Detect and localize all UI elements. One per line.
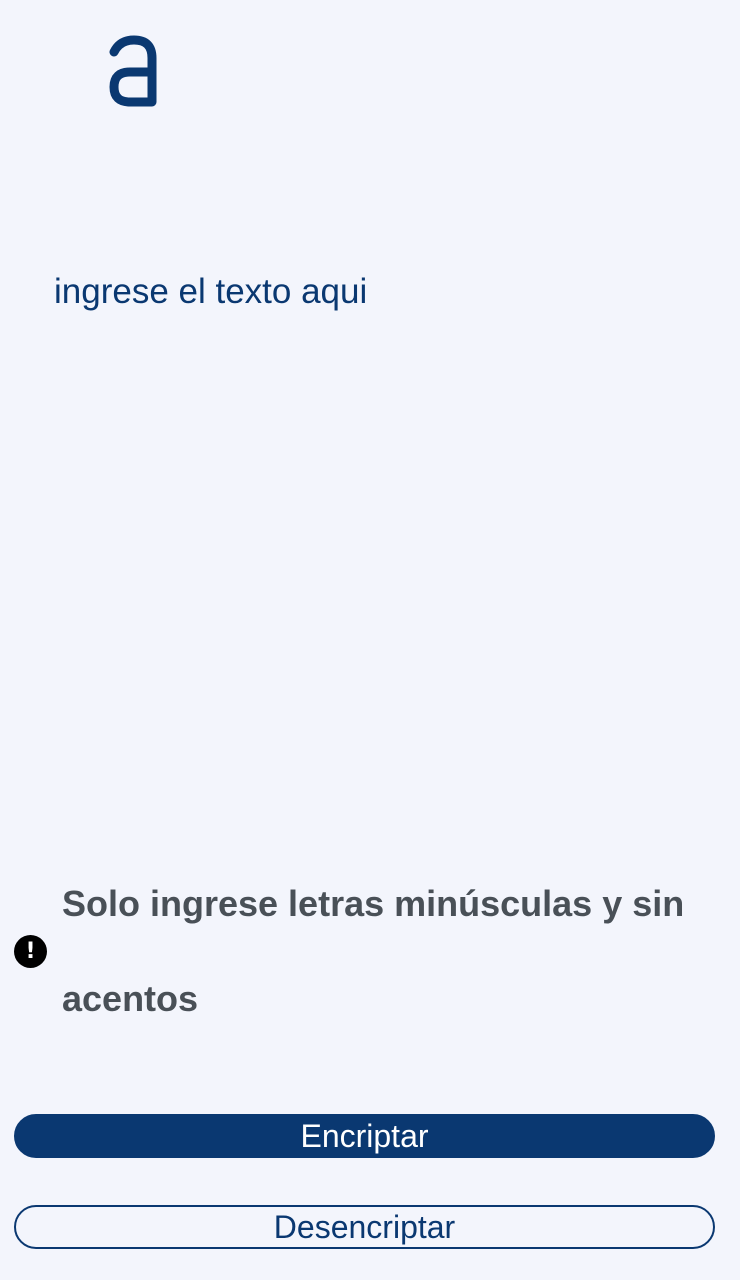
message-input[interactable] (54, 262, 704, 822)
notice-text: Solo ingrese letras minúsculas y sin ace… (62, 883, 685, 1019)
exclamation-circle-icon: ! (14, 935, 47, 968)
logo (100, 32, 164, 112)
notice: ! Solo ingrese letras minúsculas y sin a… (14, 856, 726, 1056)
a-logo-icon (109, 35, 157, 107)
encrypt-button[interactable]: Encriptar (14, 1114, 715, 1158)
decrypt-button[interactable]: Desencriptar (14, 1205, 715, 1249)
